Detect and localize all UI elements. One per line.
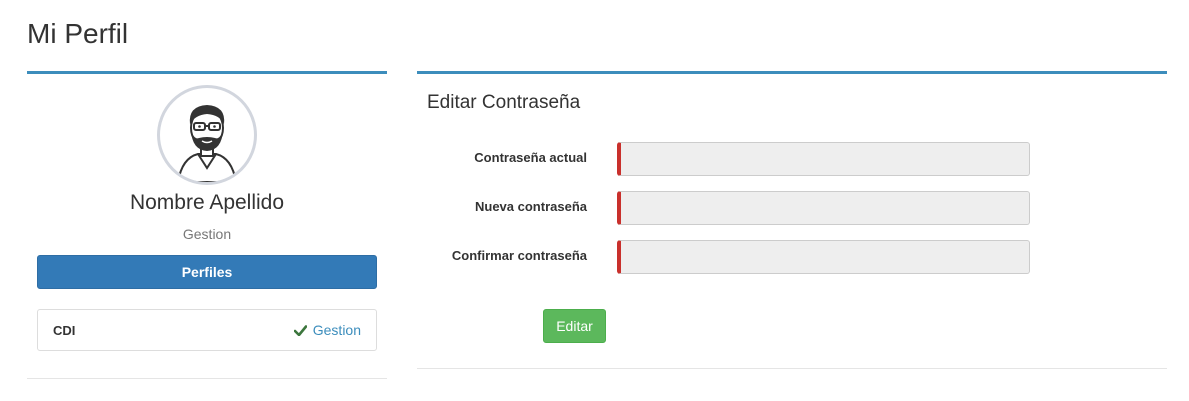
profile-box: Nombre Apellido Gestion Perfiles CDI Ges…	[27, 71, 387, 379]
user-avatar	[157, 85, 257, 185]
current-password-input[interactable]	[617, 142, 1030, 176]
profile-list-item: CDI Gestion	[37, 309, 377, 351]
edit-submit-button[interactable]: Editar	[543, 309, 606, 343]
box-title: Editar Contraseña	[427, 92, 581, 113]
current-password-row: Contraseña actual	[417, 142, 1167, 176]
check-icon	[293, 324, 307, 336]
page-title: Mi Perfil	[27, 18, 129, 49]
profile-item-link[interactable]: Gestion	[313, 322, 361, 338]
confirm-password-label: Confirmar contraseña	[451, 248, 587, 263]
profile-role: Gestion	[182, 226, 232, 242]
confirm-password-input[interactable]	[617, 240, 1030, 274]
profile-item-code: CDI	[53, 322, 76, 338]
confirm-password-row: Confirmar contraseña	[417, 240, 1167, 274]
profile-name: Nombre Apellido	[129, 191, 285, 214]
new-password-label: Nueva contraseña	[475, 199, 587, 214]
edit-password-box: Editar Contraseña Contraseña actual Nuev…	[417, 71, 1167, 369]
current-password-label: Contraseña actual	[474, 150, 587, 165]
avatar-illustration-icon	[176, 105, 238, 182]
new-password-input[interactable]	[617, 191, 1030, 225]
profile-item-status: Gestion	[293, 322, 361, 338]
profiles-button[interactable]: Perfiles	[37, 255, 377, 289]
new-password-row: Nueva contraseña	[417, 191, 1167, 225]
